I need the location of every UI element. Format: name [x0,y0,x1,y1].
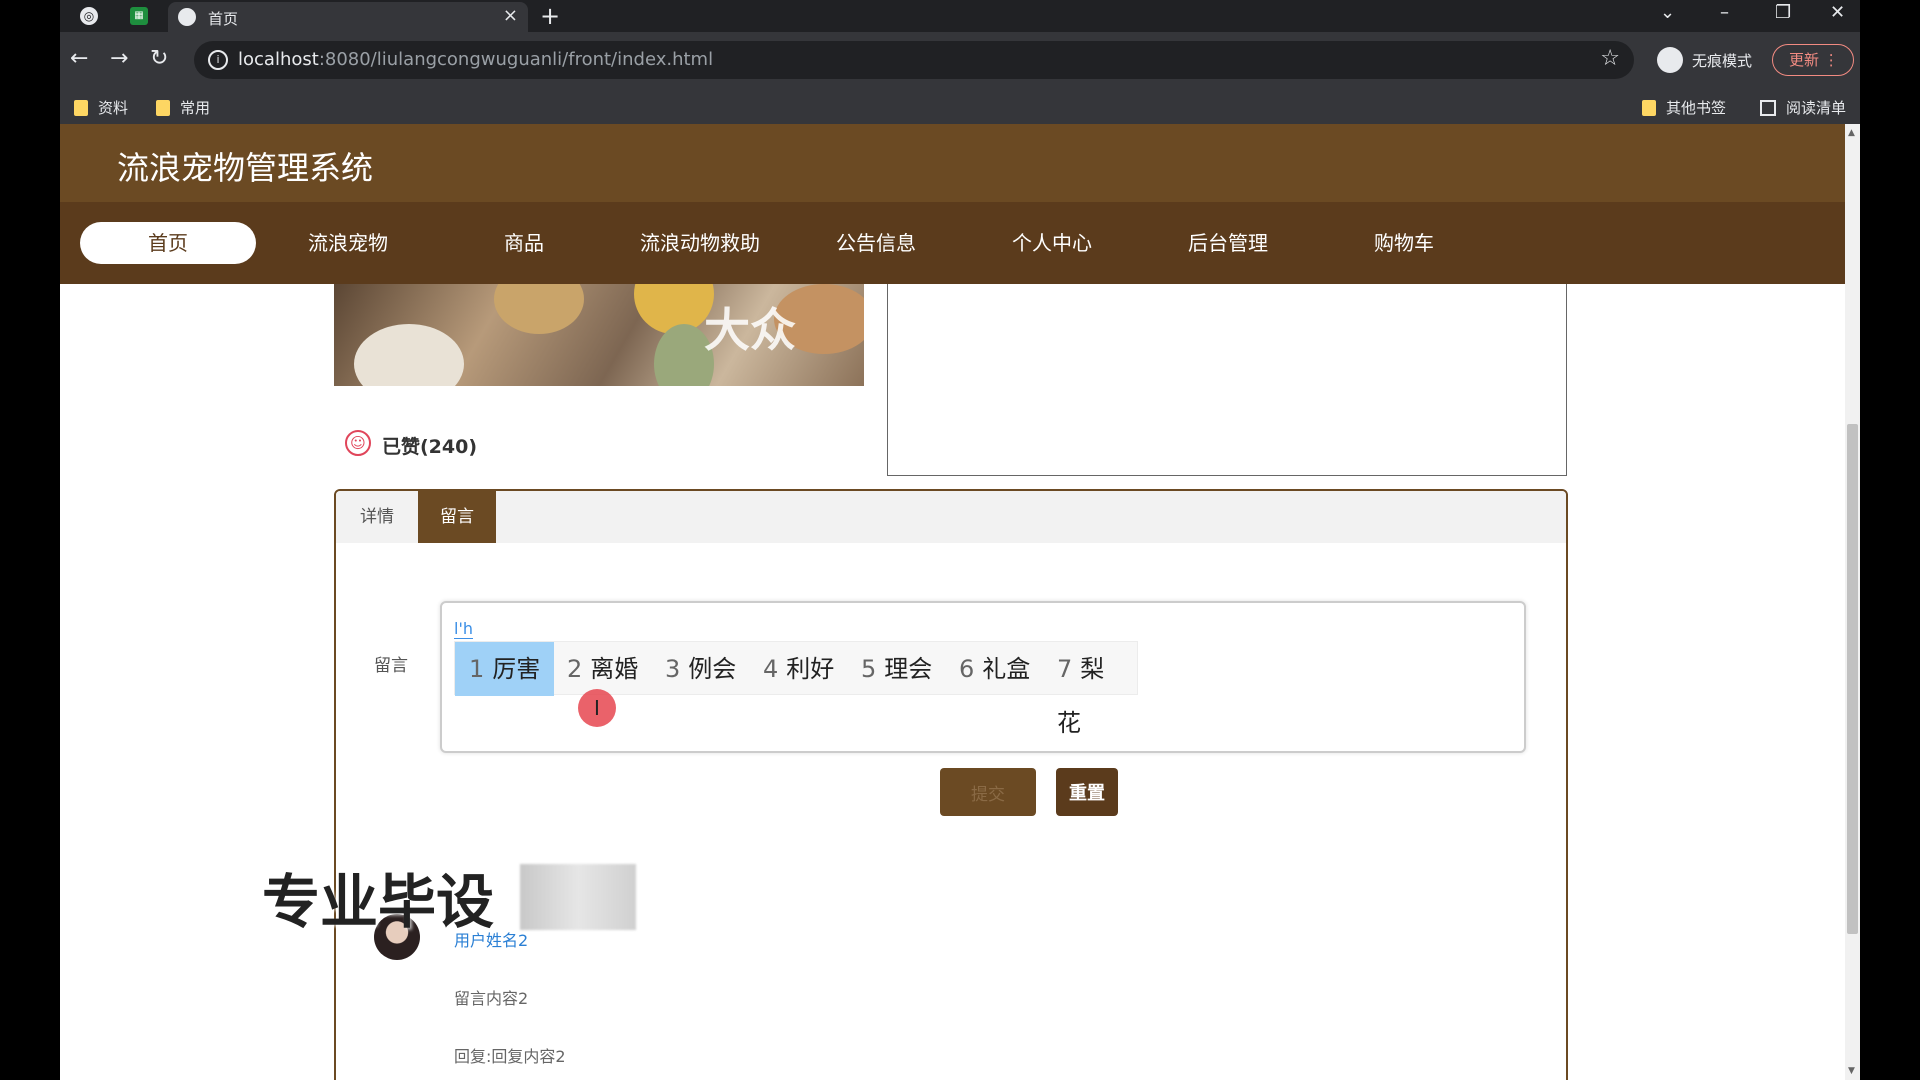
address-bar: ← → ↻ i localhost:8080/liulangcongwuguan… [60,32,1860,88]
nav-home[interactable]: 首页 [80,222,256,264]
tab-bar: 详情 留言 [336,491,1566,543]
site-header: 流浪宠物管理系统 [60,124,1845,202]
page-scrollbar[interactable]: ▲ ▼ [1845,124,1860,1080]
submit-button[interactable]: 提交 [940,768,1036,816]
smile-icon[interactable]: ☺ [345,430,371,456]
ime-candidate[interactable]: 6 礼盒 [945,642,1044,696]
main-nav: 首页 流浪宠物 商品 流浪动物救助 公告信息 个人中心 后台管理 购物车 [60,202,1845,284]
tab-title: 首页 [208,10,239,28]
reset-button[interactable]: 重置 [1056,768,1118,816]
ime-candidate[interactable]: 5 理会 [847,642,946,696]
ime-composition: l'h [454,619,473,639]
nav-rescue[interactable]: 流浪动物救助 [612,222,788,264]
bookmark-star-icon[interactable]: ☆ [1600,46,1620,71]
site-title: 流浪宠物管理系统 [117,149,374,187]
sheets-tab-icon[interactable]: ▦ [130,7,148,25]
comment-textarea[interactable]: l'h 1 厉害 2 离婚 3 例会 4 利好 5 理会 6 礼盒 7 梨花 I [440,601,1526,753]
bookmark-folder-changyong[interactable]: 常用 [156,97,210,118]
nav-profile[interactable]: 个人中心 [964,222,1140,264]
like-count[interactable]: 已赞(240) [382,432,477,459]
url-input[interactable]: i localhost:8080/liulangcongwuguanli/fro… [194,41,1634,79]
globe-icon[interactable]: ◎ [80,7,98,25]
reload-icon[interactable]: ↻ [150,46,168,71]
ime-candidate-bar: 1 厉害 2 离婚 3 例会 4 利好 5 理会 6 礼盒 7 梨花 [454,641,1138,737]
back-icon[interactable]: ← [70,46,88,71]
globe-icon [178,8,196,26]
chevron-down-icon[interactable]: ⌄ [1660,2,1675,23]
video-overlay-caption: 专业毕设 [262,868,495,936]
update-button[interactable]: 更新 ⋮ [1772,44,1854,76]
other-bookmarks[interactable]: 其他书签 [1642,97,1726,118]
browser-tab-active[interactable]: 首页 × [168,2,528,32]
nav-stray-pets[interactable]: 流浪宠物 [260,222,436,264]
ime-candidate[interactable]: 1 厉害 [455,642,555,696]
text-cursor-icon: I [578,689,616,727]
nav-products[interactable]: 商品 [436,222,612,264]
url-text: localhost:8080/liulangcongwuguanli/front… [238,49,714,70]
pet-photo: 大众 [334,284,864,386]
bookmark-folder-ziliao[interactable]: 资料 [74,97,128,118]
browser-window: ◎ ▦ 首页 × + ⌄ – ❐ ✕ ← → ↻ i localhost:808… [60,0,1860,1080]
folder-icon [1642,100,1656,116]
tab-comments[interactable]: 留言 [418,491,496,543]
side-info-box [887,284,1567,476]
close-icon[interactable]: × [503,5,518,26]
comment-reply: 回复:回复内容2 [454,1047,566,1066]
comment-text: 留言内容2 [454,989,529,1008]
incognito-label: 无痕模式 [1692,52,1753,70]
restore-icon[interactable]: ❐ [1775,2,1791,23]
photo-watermark: 大众 [704,303,796,357]
info-icon[interactable]: i [208,50,228,70]
bookmarks-bar: 资料 常用 其他书签 阅读清单 [60,88,1860,124]
scroll-thumb[interactable] [1847,424,1858,934]
scroll-up-icon[interactable]: ▲ [1848,128,1855,138]
tab-details[interactable]: 详情 [336,491,418,543]
detail-panel: 详情 留言 留言 l'h 1 厉害 2 离婚 3 例会 4 利好 5 理会 6 礼盒 7 梨花… [334,489,1568,1080]
ime-candidate[interactable]: 2 离婚 [553,642,652,696]
ime-candidate[interactable]: 4 利好 [749,642,848,696]
reading-list-icon [1760,100,1776,116]
blurred-region [520,864,636,930]
ime-candidate[interactable]: 7 梨花 [1043,642,1137,737]
tab-strip: ◎ ▦ 首页 × + ⌄ – ❐ ✕ [60,0,1860,32]
minimize-icon[interactable]: – [1720,2,1729,23]
ime-candidate[interactable]: 3 例会 [651,642,750,696]
window-close-icon[interactable]: ✕ [1830,2,1845,23]
scroll-down-icon[interactable]: ▼ [1848,1066,1855,1076]
incognito-icon[interactable] [1657,47,1683,73]
folder-icon [74,100,88,116]
folder-icon [156,100,170,116]
reading-list[interactable]: 阅读清单 [1760,97,1846,118]
nav-admin[interactable]: 后台管理 [1140,222,1316,264]
new-tab-button[interactable]: + [540,2,560,30]
forward-icon[interactable]: → [110,46,128,71]
comment-label: 留言 [374,656,408,676]
nav-cart[interactable]: 购物车 [1316,222,1492,264]
nav-announcements[interactable]: 公告信息 [788,222,964,264]
